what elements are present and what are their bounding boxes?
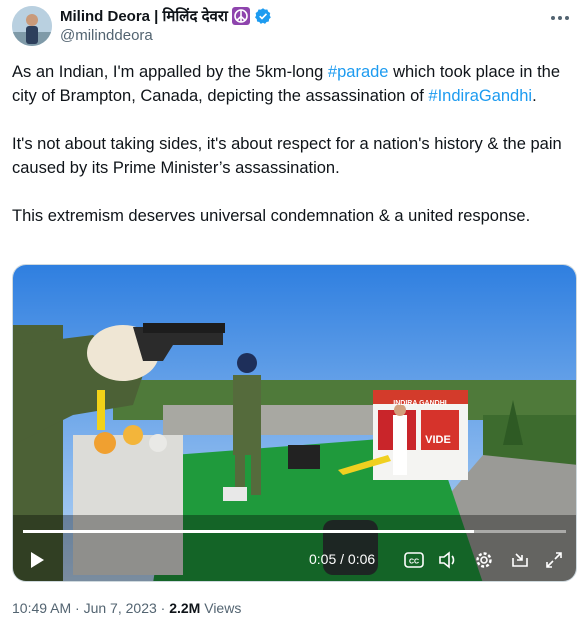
views-count: 2.2M xyxy=(169,600,201,616)
tweet-paragraph-2: It's not about taking sides, it's about … xyxy=(12,135,562,177)
hashtag-parade[interactable]: #parade xyxy=(328,63,389,81)
fullscreen-button[interactable] xyxy=(541,545,567,575)
video-timecode: 0:05 / 0:06 xyxy=(309,551,376,567)
author-display-name[interactable]: Milind Deora | मिलिंद देवरा xyxy=(60,6,228,26)
settings-button[interactable] xyxy=(471,545,497,575)
avatar-image xyxy=(12,6,52,46)
tweet-paragraph-3: This extremism deserves universal condem… xyxy=(12,207,531,225)
video-controls: 0:05 / 0:06 CC xyxy=(13,545,576,579)
text-segment: As an Indian, I'm appalled by the 5km-lo… xyxy=(12,63,328,81)
more-options-button[interactable] xyxy=(548,8,572,28)
video-frame: INDIRA GANDHI VIDE xyxy=(13,265,576,581)
captions-button[interactable]: CC xyxy=(401,545,427,575)
banner-text: VIDE xyxy=(425,434,451,446)
fullscreen-icon xyxy=(546,552,562,568)
video-progress-fill xyxy=(23,530,474,533)
text-segment: . xyxy=(532,87,537,105)
verified-badge-icon xyxy=(254,7,272,25)
more-dot-icon xyxy=(558,16,562,20)
tweet-meta: 10:49 AM · Jun 7, 2023 · 2.2M Views xyxy=(12,600,241,616)
tweet-text: As an Indian, I'm appalled by the 5km-lo… xyxy=(12,60,574,228)
play-button[interactable] xyxy=(23,545,51,575)
views-label: Views xyxy=(200,600,242,616)
tweet-paragraph-1: As an Indian, I'm appalled by the 5km-lo… xyxy=(12,60,574,108)
author-handle[interactable]: @milinddeora xyxy=(60,27,153,44)
avatar[interactable] xyxy=(12,6,52,46)
volume-icon xyxy=(439,551,455,569)
peace-symbol-icon xyxy=(231,7,250,25)
hashtag-indiragandhi[interactable]: #IndiraGandhi xyxy=(428,87,532,105)
video-player[interactable]: INDIRA GANDHI VIDE 0:05 / 0:06 CC xyxy=(12,264,577,582)
tweet-timestamp[interactable]: 10:49 AM · Jun 7, 2023 · xyxy=(12,600,169,616)
captions-icon: CC xyxy=(404,552,424,568)
volume-button[interactable] xyxy=(435,545,461,575)
svg-text:CC: CC xyxy=(409,559,419,566)
author-name-row[interactable]: Milind Deora | मिलिंद देवरा xyxy=(60,6,272,26)
banner-text: INDIRA GANDHI xyxy=(393,400,446,407)
settings-icon xyxy=(476,552,492,568)
more-dot-icon xyxy=(565,16,569,20)
more-dot-icon xyxy=(551,16,555,20)
play-icon xyxy=(31,552,44,568)
video-progress-bar[interactable] xyxy=(23,530,566,533)
pip-button[interactable] xyxy=(507,545,533,575)
pip-icon xyxy=(512,553,528,567)
